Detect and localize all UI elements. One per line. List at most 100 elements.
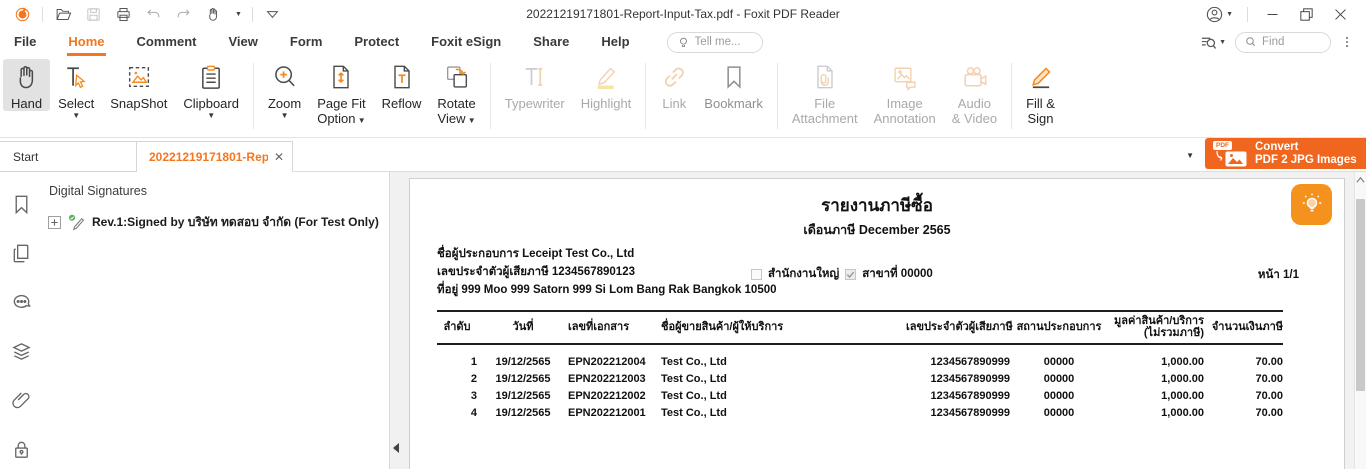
image-annotation-button: Image Annotation <box>866 59 944 126</box>
office-type-row: สำนักงานใหญ่ สาขาที่ 00000 <box>751 265 933 283</box>
address: ที่อยู่ 999 Moo 999 Satorn 999 Si Lom Ba… <box>437 284 777 296</box>
hand-tool-quick-button[interactable] <box>203 4 223 24</box>
search-dropdown-caret[interactable]: ▼ <box>1219 39 1226 46</box>
bookmark-button[interactable]: Bookmark <box>696 59 771 111</box>
link-button: Link <box>652 59 696 111</box>
page-fit-dropdown-caret[interactable]: ▼ <box>356 116 366 125</box>
ribbon-separator <box>776 63 778 129</box>
document-view-area[interactable]: รายงานภาษีซื้อ เดือนภาษี December 2565 ช… <box>390 172 1354 469</box>
select-icon <box>62 63 90 96</box>
undo-button[interactable] <box>143 4 163 24</box>
customize-toolbar-chevron-icon[interactable] <box>263 4 283 24</box>
signature-tree-item[interactable]: Rev.1:Signed by บริษัท ทดสอบ จำกัด (For … <box>48 213 389 232</box>
attachments-panel-icon[interactable] <box>10 389 33 417</box>
clipboard-icon <box>197 63 225 96</box>
reflow-button[interactable]: Reflow <box>374 59 430 111</box>
security-panel-icon[interactable] <box>10 438 33 466</box>
account-button[interactable]: ▼ <box>1205 5 1233 24</box>
advanced-search-button[interactable]: ▼ <box>1200 34 1226 51</box>
open-file-button[interactable] <box>53 4 73 24</box>
audio-video-button: Audio & Video <box>944 59 1005 126</box>
tax-table-rows: 1 19/12/2565 EPN202212004 Test Co., Ltd 1234… <box>437 345 1283 421</box>
tab-close-icon[interactable]: ✕ <box>274 150 284 164</box>
scrollbar-thumb[interactable] <box>1356 199 1365 391</box>
restore-window-button[interactable] <box>1296 4 1316 24</box>
convert-pdf-to-jpg-button[interactable]: PDF Convert PDF 2 JPG Images <box>1205 138 1366 169</box>
ribbon-separator <box>489 63 491 129</box>
tab-document-active[interactable]: 20221219171801-Report... ✕ <box>137 141 293 172</box>
tab-start[interactable]: Start <box>0 141 137 172</box>
find-input[interactable] <box>1262 36 1320 48</box>
highlight-icon <box>592 63 620 96</box>
close-window-button[interactable] <box>1330 4 1350 24</box>
menu-foxit-esign[interactable]: Foxit eSign <box>430 29 502 56</box>
tax-id: เลขประจำตัวผู้เสียภาษี 1234567890123 <box>437 266 635 278</box>
menu-file[interactable]: File <box>13 29 37 56</box>
redo-button[interactable] <box>173 4 193 24</box>
ribbon-toolbar: Hand Select ▼ SnapShot Clipboard ▼ Zoom … <box>0 56 1366 138</box>
col-seller: ชื่อผู้ขายสินค้า/ผู้ให้บริการ <box>661 321 784 333</box>
rotate-view-dropdown-caret[interactable]: ▼ <box>465 116 476 125</box>
clipboard-dropdown-caret[interactable]: ▼ <box>207 111 215 120</box>
tab-list-dropdown-caret[interactable]: ▼ <box>1186 151 1194 160</box>
rotate-view-button[interactable]: Rotate View ▼ <box>429 59 483 126</box>
page-fit-icon <box>327 63 355 96</box>
comments-panel-icon[interactable] <box>10 291 33 319</box>
pages-panel-icon[interactable] <box>10 242 33 270</box>
menu-form[interactable]: Form <box>289 29 324 56</box>
more-options-icon[interactable] <box>1340 35 1354 49</box>
vertical-scrollbar[interactable] <box>1354 172 1366 469</box>
menu-share[interactable]: Share <box>532 29 570 56</box>
hand-tool-button[interactable]: Hand <box>3 59 51 111</box>
page-fit-option-button[interactable]: Page Fit Option ▼ <box>309 59 373 126</box>
menu-comment[interactable]: Comment <box>136 29 198 56</box>
file-attachment-icon <box>811 63 839 96</box>
head-office-checkbox[interactable] <box>751 268 762 280</box>
save-button[interactable] <box>83 4 103 24</box>
col-date: วันที่ <box>512 321 534 333</box>
col-tax-id: เลขประจำตัวผู้เสียภาษี <box>906 321 1013 333</box>
snapshot-button[interactable]: SnapShot <box>102 59 175 111</box>
minimize-button[interactable] <box>1262 4 1282 24</box>
tell-me-input[interactable] <box>694 36 753 48</box>
menu-home[interactable]: Home <box>67 29 106 56</box>
find-box[interactable] <box>1235 31 1331 53</box>
rotate-view-icon <box>443 63 471 96</box>
ribbon-separator <box>1011 63 1013 129</box>
fill-sign-icon <box>1027 63 1055 96</box>
main-area: Digital Signatures Rev.1:Signed by บริษั… <box>0 172 1366 469</box>
menu-help[interactable]: Help <box>600 29 630 56</box>
table-row: 3 19/12/2565 EPN202212002 Test Co., Ltd 1234… <box>470 389 1283 402</box>
table-row: 1 19/12/2565 EPN202212004 Test Co., Ltd 1234… <box>470 355 1283 368</box>
branch-label: สาขาที่ 00000 <box>862 268 933 280</box>
convert-label-line1: Convert <box>1255 140 1299 153</box>
foxit-logo-icon <box>12 4 32 24</box>
menu-protect[interactable]: Protect <box>353 29 400 56</box>
tell-me-search[interactable] <box>666 31 763 53</box>
print-button[interactable] <box>113 4 133 24</box>
tax-table-header: ลำดับ วันที่ เลขที่เอกสาร ชื่อผู้ขายสินค… <box>437 310 1283 345</box>
branch-checkbox[interactable] <box>845 268 857 280</box>
layers-panel-icon[interactable] <box>10 340 33 368</box>
col-branch: สถานประกอบการ <box>1016 321 1102 333</box>
clipboard-button[interactable]: Clipboard ▼ <box>175 59 247 120</box>
zoom-button[interactable]: Zoom ▼ <box>260 59 309 120</box>
panel-collapse-button[interactable] <box>390 428 402 468</box>
assistant-lightbulb-button[interactable] <box>1291 184 1332 225</box>
divider <box>251 6 253 22</box>
bookmarks-panel-icon[interactable] <box>10 193 33 221</box>
file-attachment-button: File Attachment <box>784 59 866 126</box>
signature-pen-icon <box>68 214 85 231</box>
account-dropdown-caret[interactable]: ▼ <box>1226 11 1233 18</box>
expand-plus-icon[interactable] <box>48 216 61 229</box>
menu-bar: File Home Comment View Form Protect Foxi… <box>0 28 1366 56</box>
menu-view[interactable]: View <box>227 29 258 56</box>
table-row: 4 19/12/2565 EPN202212001 Test Co., Ltd 1234… <box>470 406 1283 419</box>
pdf-to-jpg-icon: PDF <box>1213 140 1247 167</box>
select-tool-button[interactable]: Select ▼ <box>50 59 102 120</box>
fill-and-sign-button[interactable]: Fill & Sign <box>1018 59 1063 126</box>
zoom-dropdown-caret[interactable]: ▼ <box>281 111 289 120</box>
scroll-up-icon[interactable] <box>1355 176 1366 184</box>
hand-tool-dropdown-caret[interactable]: ▼ <box>235 11 242 18</box>
select-dropdown-caret[interactable]: ▼ <box>72 111 80 120</box>
